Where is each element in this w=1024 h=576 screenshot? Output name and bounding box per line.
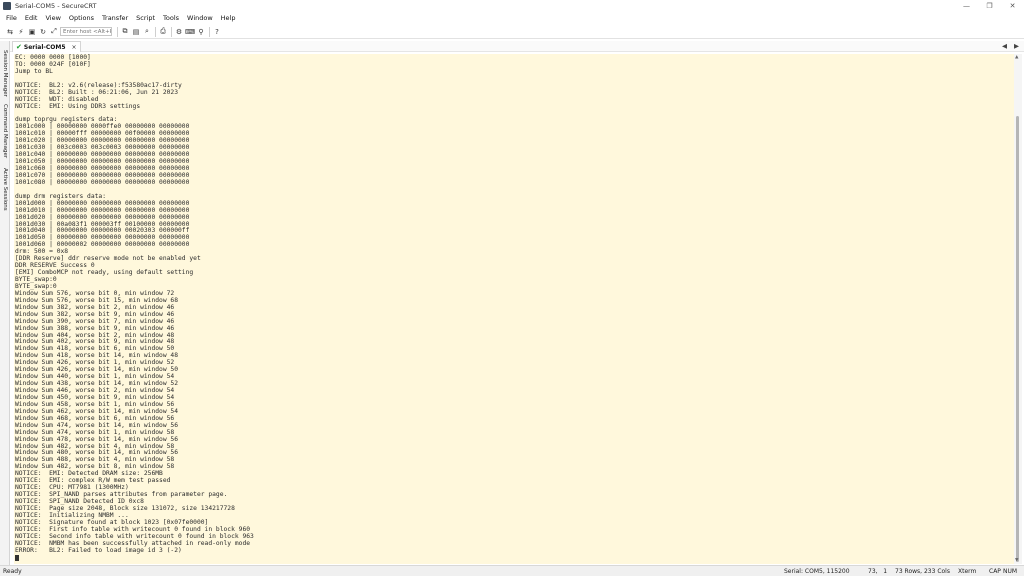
terminal-output[interactable]: EC: 0000 0000 [1000] TO: 0000 024F [010F]… <box>14 54 1014 564</box>
help-icon[interactable]: ? <box>212 27 222 37</box>
new-tab-icon[interactable]: ▣ <box>27 27 37 37</box>
status-cursor-position: 73, 1 <box>868 568 888 575</box>
terminal-line: [EMI] ComboMCP not ready, using default … <box>15 269 194 277</box>
scroll-up-icon[interactable]: ▲ <box>1015 55 1018 60</box>
side-tab-strip: Session Manager Command Manager Active S… <box>0 41 10 565</box>
toolbar-separator <box>209 26 210 37</box>
toolbar-separator <box>117 26 118 37</box>
close-tab-button[interactable]: × <box>72 44 77 51</box>
menu-window[interactable]: Window <box>187 14 213 22</box>
connect-icon[interactable]: ⇆ <box>5 27 15 37</box>
restore-button[interactable]: ❐ <box>978 0 1001 11</box>
quick-connect-icon[interactable]: ⚡ <box>16 27 26 37</box>
status-ready: Ready <box>3 567 22 575</box>
active-sessions-label: Active Sessions <box>2 167 8 211</box>
reconnect-icon[interactable]: ↻ <box>38 27 48 37</box>
terminal-line: Window Sum 482, worse bit 8, min window … <box>15 463 175 471</box>
tab-scroll-left-icon[interactable]: ◀ <box>1002 42 1007 50</box>
terminal-line: BYTE_swap:0 <box>15 276 57 283</box>
command-manager-tab[interactable]: Command Manager <box>0 103 10 159</box>
close-window-button[interactable]: ✕ <box>1001 0 1024 11</box>
terminal-line: NOTICE: EMI: complex R/W mem test passed <box>15 477 171 485</box>
terminal-line: 1001d060 | 00000002 00000000 00000000 00… <box>15 241 190 249</box>
menu-script[interactable]: Script <box>136 14 155 22</box>
scroll-down-icon[interactable]: ▼ <box>1015 558 1018 563</box>
menu-bar: File Edit View Options Transfer Script T… <box>0 12 1024 24</box>
terminal-line: NOTICE: EMI: Using DDR3 settings <box>15 102 141 110</box>
menu-transfer[interactable]: Transfer <box>102 14 128 22</box>
connected-check-icon: ✔ <box>16 43 22 51</box>
session-manager-tab[interactable]: Session Manager <box>0 45 10 101</box>
menu-edit[interactable]: Edit <box>25 14 38 22</box>
terminal-cursor <box>15 554 19 561</box>
paste-icon[interactable]: ▤ <box>131 27 141 37</box>
securecrt-app-icon <box>3 1 11 10</box>
terminal-line: [DDR Reserve] ddr reserve mode not be en… <box>15 255 201 263</box>
menu-options[interactable]: Options <box>69 14 94 22</box>
terminal-cursor-line <box>15 554 1014 564</box>
menu-tools[interactable]: Tools <box>163 14 179 22</box>
terminal-line: Jump to BL <box>15 67 53 75</box>
status-bar: Ready Serial: COM5, 115200 73, 1 73 Rows… <box>0 565 1024 576</box>
disconnect-icon[interactable]: ⤢ <box>49 27 59 37</box>
window-controls: — ❐ ✕ <box>955 0 1024 11</box>
terminal-line: EC: 0000 0000 [1000] <box>15 54 91 61</box>
terminal-lines: EC: 0000 0000 [1000] TO: 0000 024F [010F]… <box>14 54 1014 563</box>
scrollbar-thumb[interactable] <box>1016 116 1019 562</box>
terminal-line: NOTICE: WDT: disabled <box>15 95 99 103</box>
session-tab-label: Serial-COM5 <box>23 43 66 51</box>
status-terminal-size: 73 Rows, 233 Cols <box>895 568 950 575</box>
sftp-icon[interactable]: ⚲ <box>196 27 206 37</box>
terminal-line: NOTICE: Page size 2048, Block size 13107… <box>15 504 235 512</box>
copy-icon[interactable]: ⧉ <box>120 27 130 37</box>
settings-icon[interactable]: ⚙ <box>174 27 184 37</box>
command-manager-label: Command Manager <box>2 103 8 159</box>
terminal-line: ERROR: BL2: Failed to load image id 3 (-… <box>15 546 182 554</box>
terminal-line: NOTICE: SPI_NAND parses attributes from … <box>15 491 228 499</box>
active-sessions-tab[interactable]: Active Sessions <box>0 161 10 217</box>
session-tab-bar: ✔ Serial-COM5 × ◀ ▶ <box>10 41 1024 52</box>
find-icon[interactable]: ⌕ <box>142 27 152 37</box>
toolbar: ⇆ ⚡ ▣ ↻ ⤢ ⧉ ▤ ⌕ ⎙ ⚙ ⌨ ⚲ ? <box>0 25 1024 39</box>
toolbar-separator <box>171 26 172 37</box>
window-title: Serial-COM5 - SecureCRT <box>15 1 97 10</box>
toolbar-separator <box>155 26 156 37</box>
menu-view[interactable]: View <box>45 14 60 22</box>
terminal-line: 1001c080 | 00000000 00000000 00000000 00… <box>15 178 190 186</box>
status-connection: Serial: COM5, 115200 <box>784 568 850 575</box>
minimize-button[interactable]: — <box>955 0 978 11</box>
terminal-scrollbar[interactable]: ▲ ▼ <box>1014 54 1022 564</box>
session-manager-label: Session Manager <box>2 49 8 97</box>
host-input[interactable] <box>60 27 112 36</box>
terminal-line: NOTICE: BL2: Built : 06:21:06, Jun 21 20… <box>15 88 179 96</box>
print-icon[interactable]: ⎙ <box>158 27 168 37</box>
status-num-lock: NUM <box>1003 568 1018 575</box>
terminal-line: TO: 0000 024F [010F] <box>15 60 91 68</box>
status-caps-lock: CAP <box>989 568 1001 575</box>
status-terminal-type: Xterm <box>958 568 977 575</box>
menu-help[interactable]: Help <box>221 14 236 22</box>
keymap-icon[interactable]: ⌨ <box>185 27 195 37</box>
session-tab-serial-com5[interactable]: ✔ Serial-COM5 × <box>12 41 81 52</box>
tab-scroll-right-icon[interactable]: ▶ <box>1014 42 1019 50</box>
menu-file[interactable]: File <box>6 14 17 22</box>
title-bar: Serial-COM5 - SecureCRT — ❐ ✕ <box>0 0 1024 11</box>
